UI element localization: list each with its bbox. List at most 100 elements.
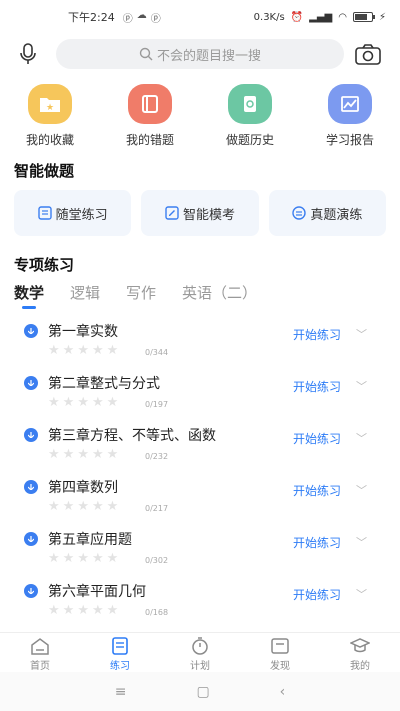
discover-icon (271, 638, 289, 654)
start-practice-link[interactable]: 开始练习 (293, 378, 341, 395)
search-row: 不会的题目搜一搜 (0, 36, 400, 72)
tab-english[interactable]: 英语（二） (182, 282, 257, 303)
battery-level (354, 14, 367, 20)
nav-plan[interactable]: 计划 (160, 633, 240, 672)
list-item[interactable]: 第四章数列 ★ ★ ★ ★ ★ 0/217 开始练习 ﹀ (0, 468, 400, 520)
network-speed: 0.3K/s (253, 11, 285, 23)
tab-writing[interactable]: 写作 (126, 282, 156, 303)
home-square-icon[interactable]: ▢ (196, 684, 209, 700)
smart-section-title: 智能做题 (14, 162, 75, 180)
nav-practice[interactable]: 练习 (80, 633, 160, 672)
chapter-dot-icon (24, 376, 38, 390)
quick-action-label: 我的错题 (125, 133, 174, 147)
star-icon: ★ (77, 499, 89, 514)
chevron-down-icon[interactable]: ﹀ (356, 482, 367, 498)
chapter-progress: 0/344 (145, 348, 169, 357)
wifi-icon: ◠ (338, 11, 347, 23)
chapter-title: 第六章平面几何 (48, 584, 146, 600)
start-practice-link[interactable]: 开始练习 (293, 586, 341, 603)
chapter-progress: 0/168 (145, 608, 169, 617)
start-practice-link[interactable]: 开始练习 (293, 534, 341, 551)
list-item[interactable]: 第六章平面几何 ★ ★ ★ ★ ★ 0/168 开始练习 ﹀ (0, 572, 400, 624)
chevron-down-icon[interactable]: ﹀ (356, 326, 367, 342)
chapter-progress: 0/197 (145, 400, 169, 409)
star-icon: ★ (48, 603, 60, 618)
microphone-icon[interactable] (16, 42, 40, 66)
chevron-down-icon[interactable]: ﹀ (356, 378, 367, 394)
star-icon: ★ (62, 603, 75, 618)
quick-action-favorites[interactable]: ★ 我的收藏 (0, 84, 100, 154)
nav-mine[interactable]: 我的 (320, 633, 400, 672)
chapter-list: 第一章实数 ★ ★ ★ ★ ★ 0/344 开始练习 ﹀ 第二章整式与分式 ★ ★ ★ ★ ★ … (0, 312, 400, 630)
special-section-title: 专项练习 (14, 256, 75, 274)
star-icon: ★ (62, 447, 75, 462)
chapter-progress: 0/217 (145, 504, 169, 513)
back-icon[interactable]: ‹ (280, 684, 286, 700)
star-icon: ★ (106, 343, 119, 358)
list-item[interactable]: 第二章整式与分式 ★ ★ ★ ★ ★ 0/197 开始练习 ﹀ (0, 364, 400, 416)
status-time: 下午2:24 (68, 11, 115, 24)
start-practice-link[interactable]: 开始练习 (293, 430, 341, 447)
real-exam-icon (292, 206, 307, 220)
status-bar: 下午2:24 ⓟ ☁ ⓟ 0.3K/s ⏰ ▂▄▆ ◠ ⚡ (0, 0, 400, 34)
subject-tabs: 数学 逻辑 写作 英语（二） (14, 282, 257, 309)
chapter-dot-icon (24, 428, 38, 442)
quick-action-report[interactable]: 学习报告 (300, 84, 400, 154)
chapter-title: 第二章整式与分式 (48, 376, 160, 392)
list-item[interactable]: 第五章应用题 ★ ★ ★ ★ ★ 0/302 开始练习 ﹀ (0, 520, 400, 572)
nav-label: 发现 (270, 661, 290, 672)
nav-discover[interactable]: 发现 (240, 633, 320, 672)
star-icon: ★ (106, 447, 119, 462)
menu-icon[interactable]: ≡ (115, 684, 127, 700)
tab-math[interactable]: 数学 (14, 282, 44, 309)
star-rating: ★ ★ ★ ★ ★ (48, 344, 118, 357)
chevron-down-icon[interactable]: ﹀ (356, 534, 367, 550)
star-icon: ★ (106, 499, 119, 514)
quick-action-label: 学习报告 (325, 133, 374, 147)
notification-icons: ⓟ ☁ ⓟ (123, 10, 161, 25)
chevron-down-icon[interactable]: ﹀ (356, 430, 367, 446)
star-icon: ★ (106, 395, 119, 410)
star-rating: ★ ★ ★ ★ ★ (48, 448, 118, 461)
quick-action-label: 我的收藏 (25, 133, 74, 147)
card-label: 真题演练 (310, 207, 363, 223)
nav-home[interactable]: 首页 (0, 633, 80, 672)
chapter-title: 第五章应用题 (48, 532, 132, 548)
start-practice-link[interactable]: 开始练习 (293, 326, 341, 343)
app-notification-icon: ⓟ (122, 13, 133, 25)
star-icon: ★ (91, 499, 104, 514)
card-real-exam[interactable]: 真题演练 (268, 190, 386, 236)
system-nav-bar: ≡ ▢ ‹ (0, 672, 400, 711)
signal-icon: ▂▄▆ (309, 11, 333, 23)
chapter-title: 第四章数列 (48, 480, 118, 496)
search-input[interactable]: 不会的题目搜一搜 (56, 39, 344, 69)
search-icon (139, 47, 153, 61)
star-icon: ★ (106, 551, 119, 566)
smart-cards: 随堂练习 智能模考 真题演练 (14, 190, 386, 236)
chapter-title: 第三章方程、不等式、函数 (48, 428, 216, 444)
status-right: 0.3K/s ⏰ ▂▄▆ ◠ ⚡ (254, 12, 386, 23)
chevron-down-icon[interactable]: ﹀ (356, 586, 367, 602)
list-item[interactable]: 第一章实数 ★ ★ ★ ★ ★ 0/344 开始练习 ﹀ (0, 312, 400, 364)
start-practice-link[interactable]: 开始练习 (293, 482, 341, 499)
tab-logic[interactable]: 逻辑 (70, 282, 100, 303)
report-chart-icon (328, 84, 372, 124)
star-icon: ★ (77, 447, 89, 462)
nav-label: 计划 (190, 661, 210, 672)
star-icon: ★ (91, 447, 104, 462)
bottom-nav: 首页 练习 计划 发现 我的 (0, 632, 400, 672)
star-icon: ★ (62, 551, 75, 566)
chapter-title: 第一章实数 (48, 324, 118, 340)
star-icon: ★ (77, 603, 89, 618)
quick-action-history[interactable]: 做题历史 (200, 84, 300, 154)
card-smart-mock[interactable]: 智能模考 (141, 190, 259, 236)
timer-icon (192, 637, 208, 655)
star-icon: ★ (91, 551, 104, 566)
card-class-practice[interactable]: 随堂练习 (14, 190, 132, 236)
camera-icon[interactable] (354, 42, 382, 66)
star-icon: ★ (48, 551, 60, 566)
list-item[interactable]: 第三章方程、不等式、函数 ★ ★ ★ ★ ★ 0/232 开始练习 ﹀ (0, 416, 400, 468)
chapter-dot-icon (24, 480, 38, 494)
quick-action-wrong-questions[interactable]: 我的错题 (100, 84, 200, 154)
svg-text:★: ★ (46, 103, 54, 113)
